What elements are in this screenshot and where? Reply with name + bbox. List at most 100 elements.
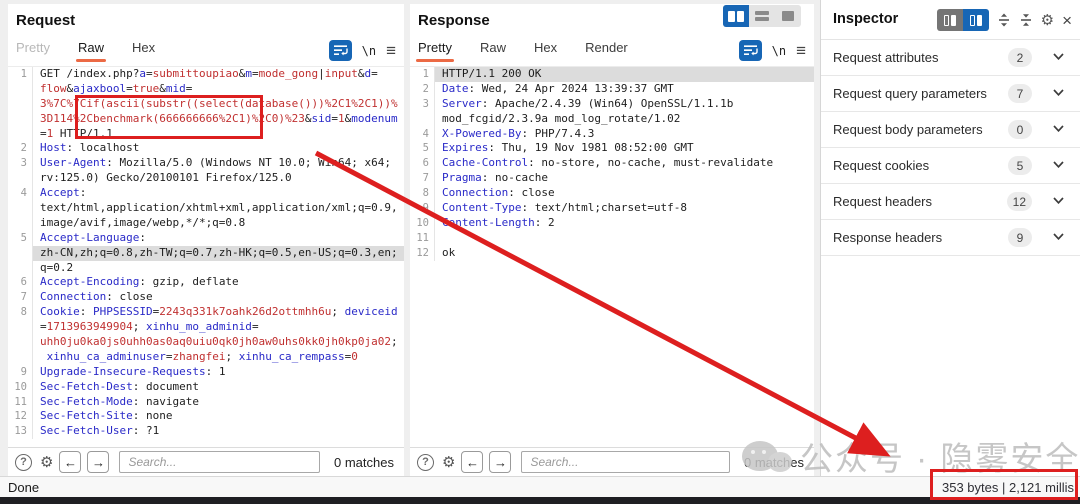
inspector-section-request-headers[interactable]: Request headers12 xyxy=(821,184,1080,220)
code-line: 7Connection: close xyxy=(8,290,404,305)
code-line: 1GET /index.php?a=submittoupiao&m=mode_g… xyxy=(8,67,404,82)
previous-match-button[interactable]: ← xyxy=(59,451,81,473)
code-line: 1HTTP/1.1 200 OK xyxy=(410,67,814,82)
code-text: Accept: xyxy=(32,186,404,201)
inspector-section-request-query-parameters[interactable]: Request query parameters7 xyxy=(821,76,1080,112)
code-line: 3Server: Apache/2.4.39 (Win64) OpenSSL/1… xyxy=(410,97,814,112)
tab-raw[interactable]: Raw xyxy=(78,40,104,61)
line-number: 11 xyxy=(410,231,434,246)
code-text: HTTP/1.1 200 OK xyxy=(434,67,814,82)
code-text: xinhu_ca_adminuser=zhangfei; xinhu_ca_re… xyxy=(32,350,404,365)
next-match-button[interactable]: → xyxy=(87,451,109,473)
code-text: Accept-Language: xyxy=(32,231,404,246)
help-icon[interactable]: ? xyxy=(417,454,434,471)
line-number: 8 xyxy=(410,186,434,201)
line-number: 1 xyxy=(8,67,32,82)
line-number xyxy=(8,350,32,365)
response-tab-bar: Pretty Raw Hex Render xyxy=(418,40,628,61)
code-text: Accept-Encoding: gzip, deflate xyxy=(32,275,404,290)
code-line: 3User-Agent: Mozilla/5.0 (Windows NT 10.… xyxy=(8,156,404,171)
code-line: 12ok xyxy=(410,246,814,261)
code-text: Date: Wed, 24 Apr 2024 13:39:37 GMT xyxy=(434,82,814,97)
line-number: 13 xyxy=(8,424,32,439)
code-text: zh-CN,zh;q=0.8,zh-TW;q=0.7,zh-HK;q=0.5,e… xyxy=(32,246,404,261)
line-number xyxy=(8,82,32,97)
section-label: Response headers xyxy=(833,230,942,245)
inspector-section-request-attributes[interactable]: Request attributes2 xyxy=(821,40,1080,76)
line-number: 12 xyxy=(410,246,434,261)
line-number: 12 xyxy=(8,409,32,424)
code-line: 8Cookie: PHPSESSID=2243q331k7oahk26d2ott… xyxy=(8,305,404,320)
response-editor[interactable]: 1HTTP/1.1 200 OK2Date: Wed, 24 Apr 2024 … xyxy=(410,66,814,447)
code-line: 6Accept-Encoding: gzip, deflate xyxy=(8,275,404,290)
search-settings-icon[interactable]: ⚙ xyxy=(442,455,455,470)
request-editor-toolbar: \n ≡ xyxy=(329,40,396,61)
code-line: 5Accept-Language: xyxy=(8,231,404,246)
inspector-close-icon[interactable]: × xyxy=(1062,12,1072,29)
tab-hex[interactable]: Hex xyxy=(132,40,155,61)
hamburger-menu-icon[interactable]: ≡ xyxy=(386,42,396,59)
response-search-input[interactable] xyxy=(521,451,730,473)
help-icon[interactable]: ? xyxy=(15,454,32,471)
line-number: 9 xyxy=(410,201,434,216)
line-number: 5 xyxy=(8,231,32,246)
line-number xyxy=(8,246,32,261)
inspector-section-response-headers[interactable]: Response headers 9 xyxy=(821,220,1080,256)
line-number: 6 xyxy=(410,156,434,171)
response-size-time: 353 bytes | 2,121 millis xyxy=(942,480,1074,495)
code-text: mod_fcgid/2.3.9a mod_log_rotate/1.02 xyxy=(434,112,814,127)
section-label: Request attributes xyxy=(833,50,939,65)
code-line: 10Sec-Fetch-Dest: document xyxy=(8,380,404,395)
newline-toggle-icon[interactable]: \n xyxy=(772,44,786,58)
inspector-section-request-cookies[interactable]: Request cookies5 xyxy=(821,148,1080,184)
code-line: 12Sec-Fetch-Site: none xyxy=(8,409,404,424)
code-line: 2Date: Wed, 24 Apr 2024 13:39:37 GMT xyxy=(410,82,814,97)
collapse-all-icon[interactable] xyxy=(1019,13,1033,27)
word-wrap-icon[interactable] xyxy=(329,40,352,61)
request-search-input[interactable] xyxy=(119,451,320,473)
code-line: 9Upgrade-Insecure-Requests: 1 xyxy=(8,365,404,380)
code-line: =1 HTTP/1.1 xyxy=(8,127,404,142)
inspector-settings-icon[interactable]: ⚙ xyxy=(1041,13,1054,28)
tab-pretty[interactable]: Pretty xyxy=(16,40,50,61)
code-text: Content-Type: text/html;charset=utf-8 xyxy=(434,201,814,216)
response-editor-toolbar: \n ≡ xyxy=(739,40,806,61)
response-panel: Response Pretty Raw Hex Render \n ≡ 1HTTP/1… xyxy=(410,4,814,447)
tab-pretty[interactable]: Pretty xyxy=(418,40,452,61)
newline-toggle-icon[interactable]: \n xyxy=(362,44,376,58)
word-wrap-icon[interactable] xyxy=(739,40,762,61)
response-panel-title: Response xyxy=(418,12,490,29)
previous-match-button[interactable]: ← xyxy=(461,451,483,473)
code-line: q=0.2 xyxy=(8,261,404,276)
line-number: 5 xyxy=(410,141,434,156)
tab-hex[interactable]: Hex xyxy=(534,40,557,61)
tab-render[interactable]: Render xyxy=(585,40,628,61)
chevron-down-icon xyxy=(1053,233,1064,240)
inspector-section-request-body-parameters[interactable]: Request body parameters0 xyxy=(821,112,1080,148)
section-label: Request body parameters xyxy=(833,122,983,137)
next-match-button[interactable]: → xyxy=(489,451,511,473)
line-number: 3 xyxy=(8,156,32,171)
code-text: rv:125.0) Gecko/20100101 Firefox/125.0 xyxy=(32,171,404,186)
code-line: 4Accept: xyxy=(8,186,404,201)
expand-all-icon[interactable] xyxy=(997,13,1011,27)
dock-left-icon[interactable] xyxy=(937,9,963,31)
columns-layout-icon[interactable] xyxy=(723,5,749,27)
rows-layout-icon[interactable] xyxy=(749,5,775,27)
tab-raw[interactable]: Raw xyxy=(480,40,506,61)
dock-right-icon[interactable] xyxy=(963,9,989,31)
code-line: 5Expires: Thu, 19 Nov 1981 08:52:00 GMT xyxy=(410,141,814,156)
code-text: Sec-Fetch-Mode: navigate xyxy=(32,395,404,410)
code-line: xinhu_ca_adminuser=zhangfei; xinhu_ca_re… xyxy=(8,350,404,365)
request-search-bar: ? ⚙ ← → 0 matches xyxy=(8,447,404,476)
line-number: 9 xyxy=(8,365,32,380)
code-text xyxy=(434,231,814,246)
hamburger-menu-icon[interactable]: ≡ xyxy=(796,42,806,59)
section-count-badge: 9 xyxy=(1008,228,1032,247)
code-text: image/avif,image/webp,*/*;q=0.8 xyxy=(32,216,404,231)
search-settings-icon[interactable]: ⚙ xyxy=(40,455,53,470)
code-line: rv:125.0) Gecko/20100101 Firefox/125.0 xyxy=(8,171,404,186)
request-editor[interactable]: 1GET /index.php?a=submittoupiao&m=mode_g… xyxy=(8,66,404,447)
single-pane-layout-icon[interactable] xyxy=(775,5,801,27)
code-text: GET /index.php?a=submittoupiao&m=mode_go… xyxy=(32,67,404,82)
